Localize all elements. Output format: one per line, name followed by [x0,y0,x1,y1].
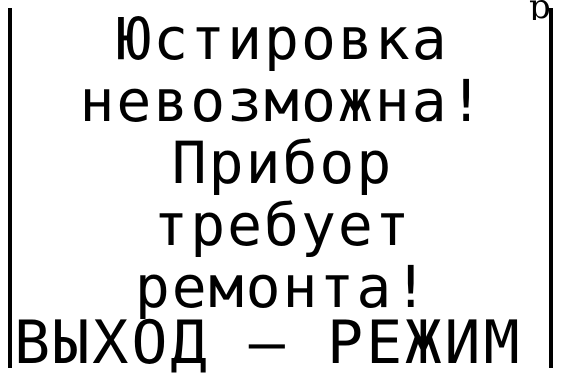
lcd-display: Юстировка невозможна! Прибор требует рем… [12,0,553,376]
message-line-4: требует [153,191,412,259]
device-screen: р Юстировка невозможна! Прибор требует р… [0,0,571,376]
message-line-3: Прибор [171,129,394,197]
footer-action-line: ВЫХОД – РЕЖИМ [14,308,523,378]
message-line-2: невозможна! [79,67,486,135]
message-line-1: Юстировка [116,5,449,73]
